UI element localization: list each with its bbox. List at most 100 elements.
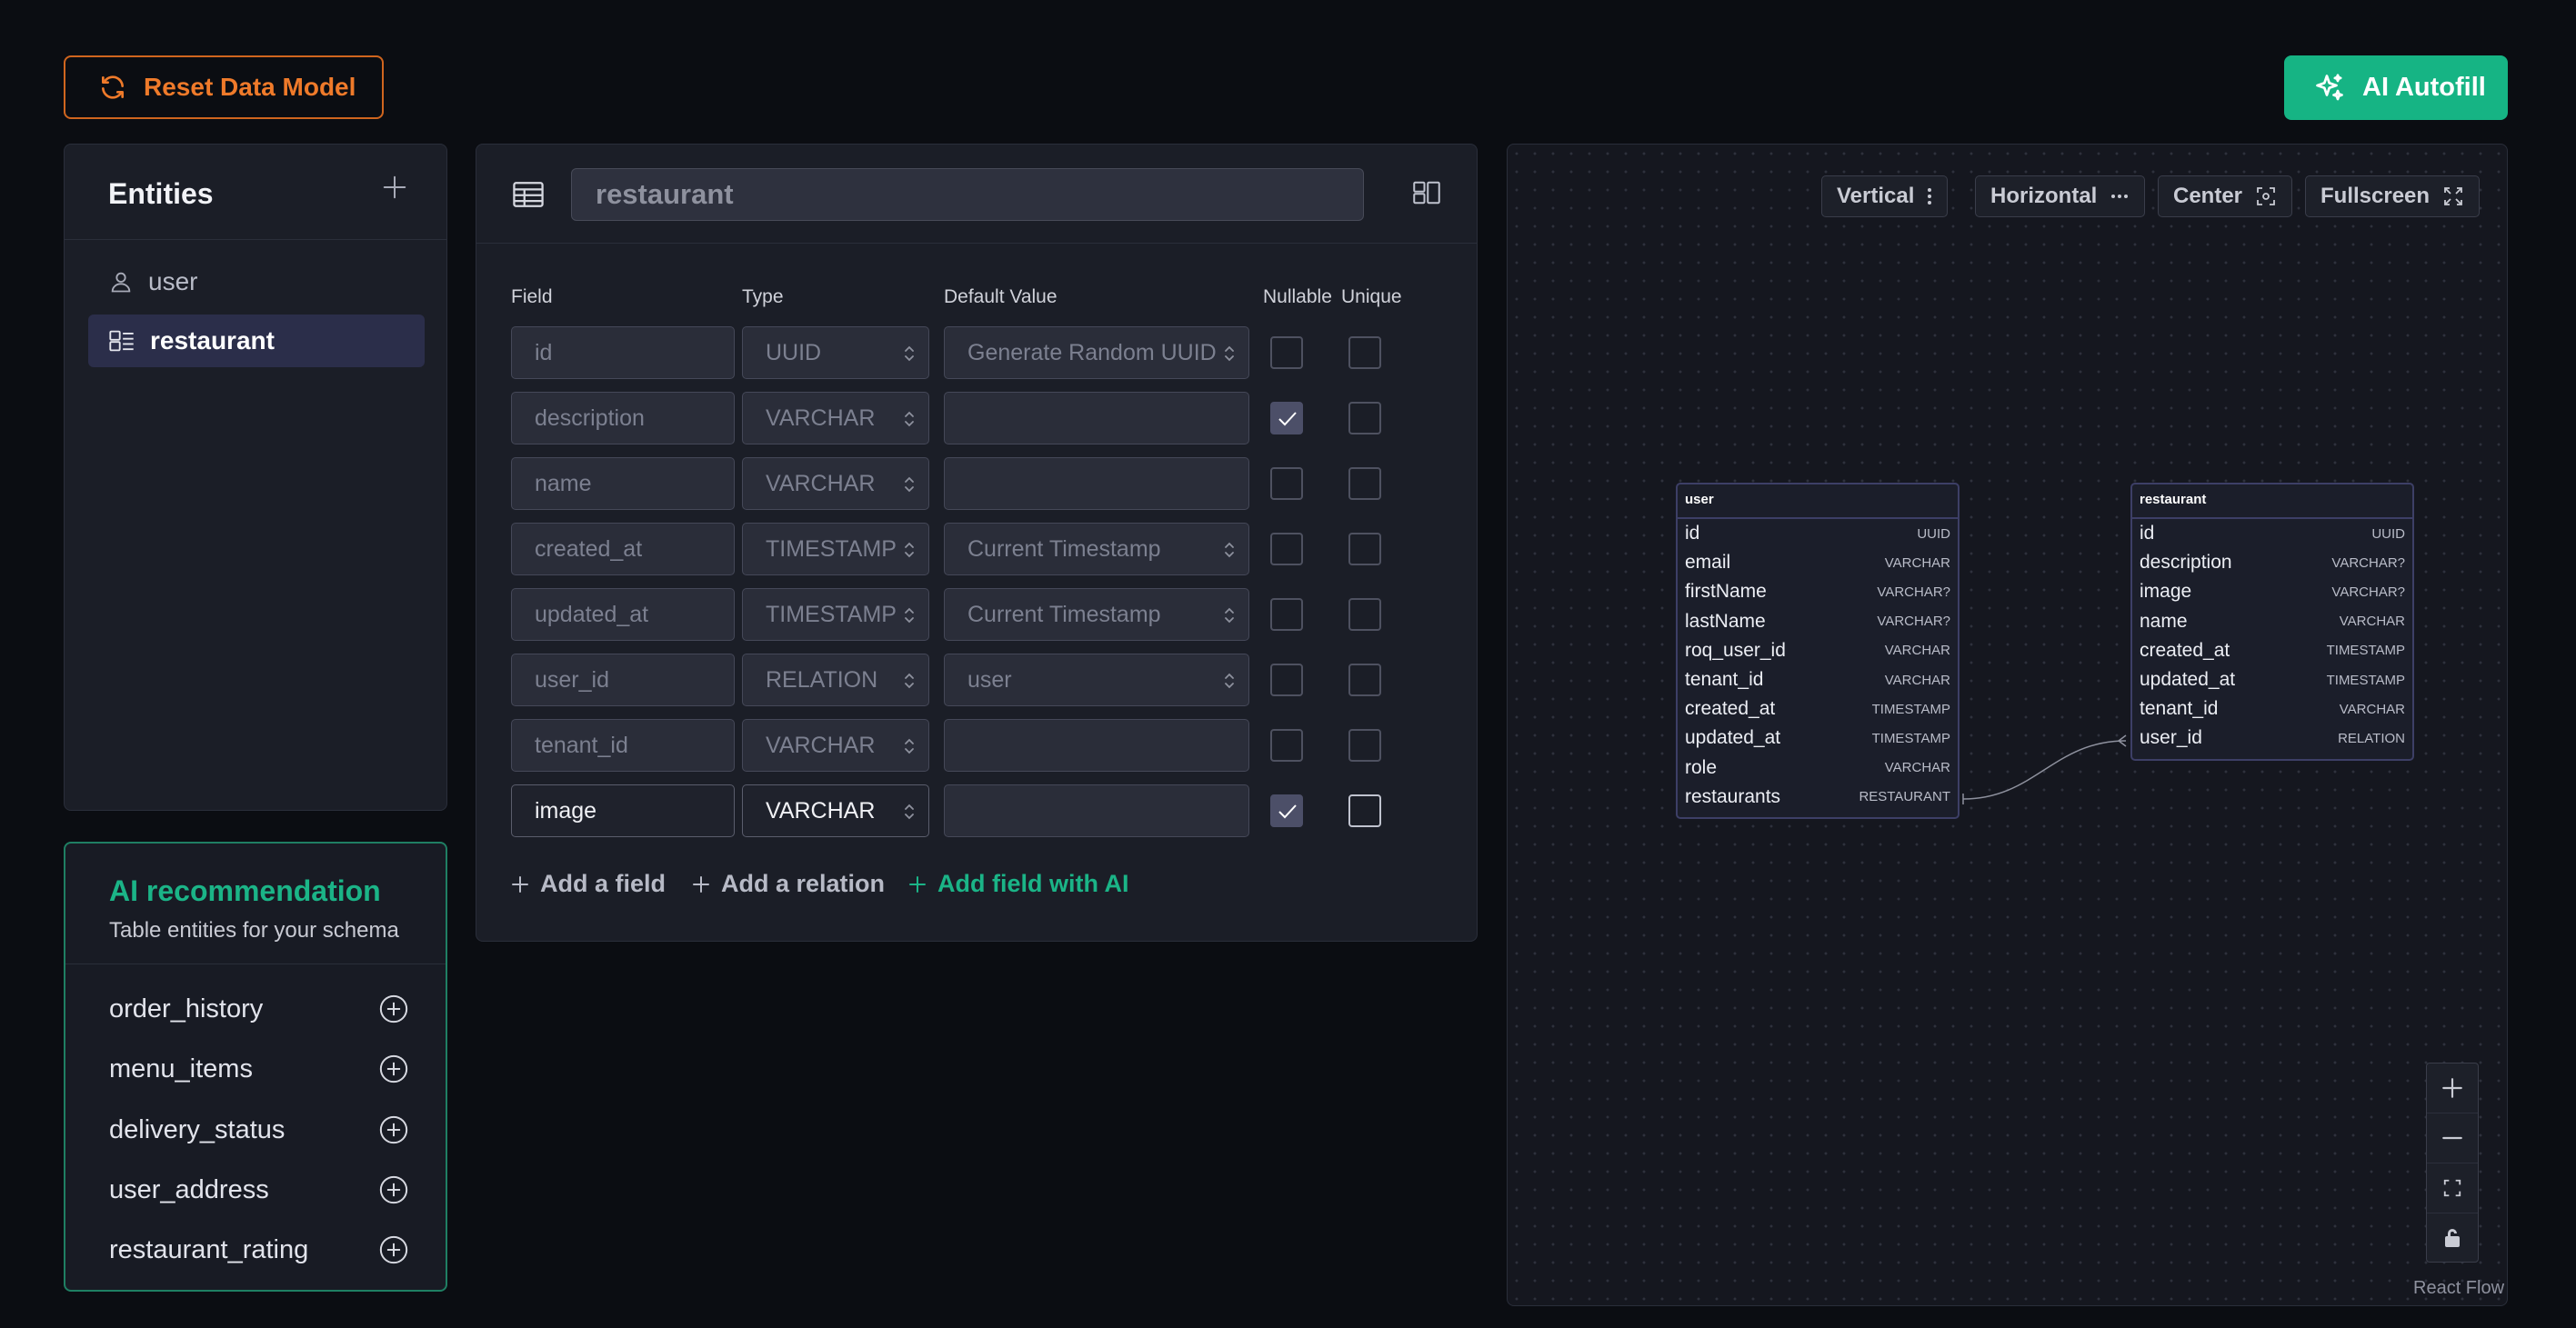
nullable-checkbox[interactable] [1270,794,1303,827]
unique-checkbox[interactable] [1348,467,1381,500]
add-recommendation-icon[interactable] [378,1114,409,1145]
default-value-input[interactable] [944,784,1249,837]
er-field-type: UUID [2371,525,2405,542]
recommendation-label: user_address [109,1174,269,1204]
default-value-input[interactable] [944,719,1249,772]
er-node-restaurant[interactable]: restaurant id UUID description VARCHAR? imag… [2130,483,2414,761]
reset-data-model-button[interactable]: Reset Data Model [64,55,384,119]
field-type-select[interactable]: VARCHAR [742,392,929,444]
entity-item-user[interactable]: user [88,255,425,308]
unique-checkbox[interactable] [1348,402,1381,434]
nullable-checkbox[interactable] [1270,467,1303,500]
lock-button[interactable] [2427,1213,2478,1263]
diagram-canvas[interactable]: Vertical Horizontal Center Fullscreen us… [1507,144,2508,1306]
add-entity-icon[interactable] [381,174,408,201]
chevron-updown-icon [903,474,916,494]
column-header-field: Field [511,286,553,307]
entity-item-restaurant[interactable]: restaurant [88,315,425,367]
er-field-name: updated_at [1685,727,1781,749]
field-type-select[interactable]: UUID [742,326,929,379]
entity-name-input[interactable]: restaurant [571,168,1364,221]
field-type-select[interactable]: TIMESTAMP [742,588,929,641]
field-name-input[interactable]: image [511,784,735,837]
er-field-name: roq_user_id [1685,639,1786,661]
default-value-text: user [967,667,1012,693]
ai-autofill-button[interactable]: AI Autofill [2284,55,2508,120]
entities-title: Entities [108,177,214,210]
nullable-checkbox[interactable] [1270,664,1303,696]
refresh-icon [98,73,127,102]
er-field-type: VARCHAR [2339,614,2405,630]
fit-view-button[interactable] [2427,1163,2478,1213]
field-type-value: UUID [766,340,822,365]
add-recommendation-icon[interactable] [378,994,409,1024]
field-type-select[interactable]: VARCHAR [742,457,929,510]
field-type-select[interactable]: RELATION [742,654,929,706]
er-field-type: TIMESTAMP [1871,730,1950,746]
er-node-user[interactable]: user id UUID email VARCHAR firstName VARCHAR?… [1676,483,1960,819]
nullable-checkbox[interactable] [1270,402,1303,434]
er-node-field-row: lastName VARCHAR? [1678,607,1958,636]
add-field-with-ai-button[interactable]: Add field with AI [907,870,1128,898]
chevron-updown-icon [903,344,916,364]
nullable-checkbox[interactable] [1270,729,1303,762]
er-field-type: VARCHAR [1884,672,1950,688]
field-name-input[interactable]: name [511,457,735,510]
recommendation-label: menu_items [109,1053,253,1083]
field-name-input[interactable]: id [511,326,735,379]
field-name-input[interactable]: created_at [511,523,735,575]
field-type-select[interactable]: VARCHAR [742,784,929,837]
unique-checkbox[interactable] [1348,729,1381,762]
er-node-padding [2132,754,2412,759]
default-value-select[interactable]: user [944,654,1249,706]
er-node-field-row: tenant_id VARCHAR [2132,694,2412,724]
zoom-out-button[interactable] [2427,1113,2478,1163]
add-recommendation-icon[interactable] [378,1174,409,1205]
field-type-value: VARCHAR [766,405,876,431]
nullable-checkbox[interactable] [1270,533,1303,565]
add-recommendation-icon[interactable] [378,1234,409,1265]
unique-checkbox[interactable] [1348,664,1381,696]
layout-toggle-icon[interactable] [1411,179,1442,206]
field-name-input[interactable]: tenant_id [511,719,735,772]
default-value-text: Current Timestamp [967,536,1161,562]
field-name-input[interactable]: description [511,392,735,444]
default-value-select[interactable]: Current Timestamp [944,588,1249,641]
er-node-title: restaurant [2132,484,2412,519]
add-field-button[interactable]: Add a field [509,870,666,898]
default-value-select[interactable]: Generate Random UUID [944,326,1249,379]
field-type-select[interactable]: VARCHAR [742,719,929,772]
entities-divider [65,239,446,240]
sparkles-icon [2313,72,2346,105]
chevron-updown-icon [903,605,916,625]
er-field-name: id [1685,523,1700,544]
unique-checkbox[interactable] [1348,533,1381,565]
er-field-name: firstName [1685,581,1767,603]
er-field-type: VARCHAR? [2331,554,2405,571]
add-relation-button[interactable]: Add a relation [690,870,885,898]
field-name-input[interactable]: user_id [511,654,735,706]
default-value-input[interactable] [944,457,1249,510]
nullable-checkbox[interactable] [1270,598,1303,631]
ai-autofill-label: AI Autofill [2362,73,2486,102]
zoom-in-button[interactable] [2427,1063,2478,1113]
er-field-type: RELATION [2338,730,2405,746]
er-field-type: VARCHAR? [1877,614,1950,630]
er-field-name: restaurants [1685,785,1781,807]
field-type-select[interactable]: TIMESTAMP [742,523,929,575]
add-field-with-ai-label: Add field with AI [937,870,1129,897]
field-name-input[interactable]: updated_at [511,588,735,641]
zoom-controls [2426,1063,2479,1263]
recommendation-item: restaurant_rating [109,1227,409,1273]
default-value-input[interactable] [944,392,1249,444]
unique-checkbox[interactable] [1348,794,1381,827]
unique-checkbox[interactable] [1348,336,1381,369]
nullable-checkbox[interactable] [1270,336,1303,369]
default-value-select[interactable]: Current Timestamp [944,523,1249,575]
unique-checkbox[interactable] [1348,598,1381,631]
chevron-updown-icon [1223,540,1236,560]
add-recommendation-icon[interactable] [378,1053,409,1084]
er-field-type: RESTAURANT [1859,789,1950,805]
react-flow-attribution[interactable]: React Flow [2413,1278,2504,1299]
er-field-name: image [2140,581,2192,603]
